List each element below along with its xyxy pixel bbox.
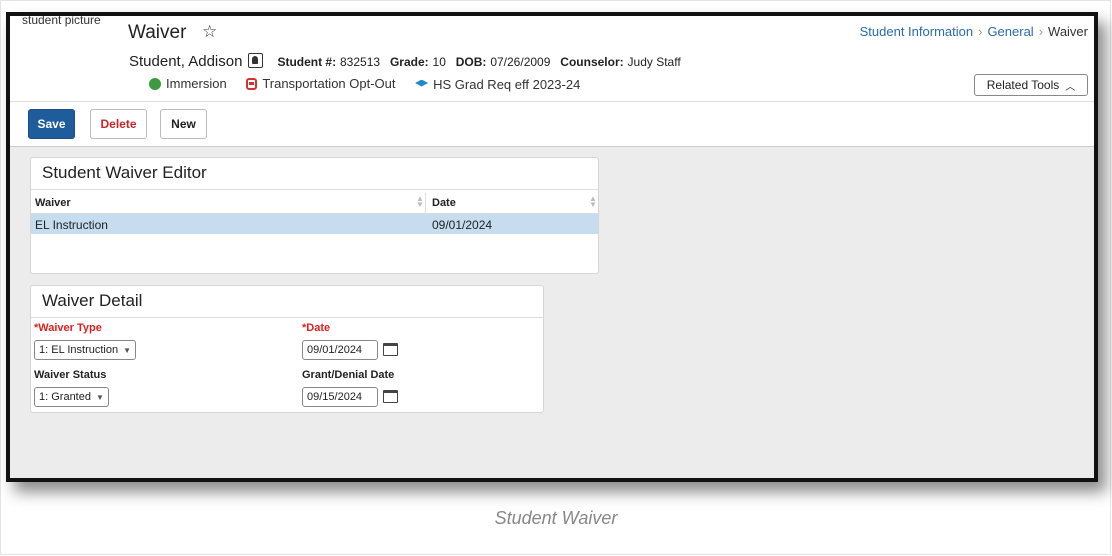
chevron-up-icon: ︿ bbox=[1065, 81, 1076, 93]
dob-label: DOB: bbox=[455, 55, 487, 69]
page-title: Waiver bbox=[128, 22, 187, 43]
editor-title: Student Waiver Editor bbox=[31, 158, 598, 190]
save-button[interactable]: Save bbox=[28, 109, 75, 139]
grade-label: Grade: bbox=[389, 55, 429, 69]
action-toolbar: Save Delete New bbox=[10, 101, 1094, 147]
page-header: student picture Waiver ☆ Student Informa… bbox=[10, 16, 1094, 101]
chevron-right-icon: › bbox=[1038, 24, 1044, 39]
student-picture: student picture bbox=[22, 13, 101, 27]
grade-value: 10 bbox=[432, 55, 446, 69]
cell-waiver: EL Instruction bbox=[35, 218, 108, 232]
new-button[interactable]: New bbox=[160, 109, 207, 139]
counselor-label: Counselor: bbox=[560, 55, 624, 69]
counselor-value: Judy Staff bbox=[627, 55, 681, 69]
waiver-type-select[interactable]: 1: EL Instruction ▼ bbox=[34, 340, 137, 360]
grant-denial-date-label: Grant/Denial Date bbox=[302, 369, 395, 381]
dropdown-arrow-icon: ▼ bbox=[123, 346, 132, 355]
breadcrumb-waiver: Waiver bbox=[1048, 24, 1088, 39]
sort-icon[interactable]: ▲ ▼ bbox=[416, 195, 424, 209]
grid-header: Waiver ▲ ▼ Date ▲ ▼ bbox=[31, 193, 598, 214]
related-tools-label: Related Tools bbox=[986, 78, 1060, 92]
table-row[interactable]: EL Instruction 09/01/2024 bbox=[31, 214, 598, 234]
grant-denial-date-input[interactable]: 09/15/2024 bbox=[302, 387, 378, 407]
sort-icon[interactable]: ▲ ▼ bbox=[589, 195, 597, 209]
detail-title: Waiver Detail bbox=[31, 286, 543, 318]
star-icon[interactable]: ☆ bbox=[202, 22, 217, 42]
student-info-line: Student, Addison Student #: 832513 Grade:… bbox=[129, 53, 687, 70]
image-caption: Student Waiver bbox=[494, 508, 618, 528]
breadcrumb-general[interactable]: General bbox=[987, 24, 1033, 39]
graduation-cap-icon bbox=[415, 79, 429, 87]
waiver-status-value: 1: Granted bbox=[39, 391, 91, 403]
chevron-right-icon: › bbox=[978, 24, 983, 39]
student-flags: Immersion Transportation Opt-Out HS Grad… bbox=[149, 76, 596, 93]
student-name: Student, Addison bbox=[129, 53, 243, 70]
flag-label: Immersion bbox=[166, 76, 227, 91]
waiver-status-select[interactable]: 1: Granted ▼ bbox=[34, 387, 109, 407]
related-tools-button[interactable]: Related Tools ︿ bbox=[974, 74, 1088, 96]
waiver-type-value: 1: EL Instruction bbox=[39, 344, 119, 356]
date-label: *Date bbox=[302, 322, 331, 334]
grant-denial-date-value: 09/15/2024 bbox=[307, 391, 363, 403]
date-input[interactable]: 09/01/2024 bbox=[302, 340, 378, 360]
delete-button[interactable]: Delete bbox=[90, 109, 147, 139]
breadcrumb-student-information[interactable]: Student Information bbox=[860, 24, 973, 39]
breadcrumb: Student Information › General › Waiver bbox=[860, 24, 1088, 39]
waiver-detail-panel: Waiver Detail *Waiver Type 1: EL Instruc… bbox=[30, 285, 544, 413]
student-waiver-editor: Student Waiver Editor Waiver ▲ ▼ Date ▲ ▼ … bbox=[30, 157, 599, 274]
contact-card-icon[interactable] bbox=[248, 53, 264, 68]
column-header-date[interactable]: Date bbox=[432, 197, 456, 209]
column-divider bbox=[425, 193, 426, 213]
column-header-waiver[interactable]: Waiver bbox=[35, 197, 71, 209]
flag-grad-req[interactable]: HS Grad Req eff 2023-24 bbox=[415, 77, 580, 92]
app-window: student picture Waiver ☆ Student Informa… bbox=[6, 12, 1098, 482]
flag-label: HS Grad Req eff 2023-24 bbox=[433, 77, 581, 92]
date-value: 09/01/2024 bbox=[307, 344, 363, 356]
waiver-type-label: *Waiver Type bbox=[34, 322, 102, 334]
student-number: 832513 bbox=[340, 55, 381, 69]
calendar-icon[interactable] bbox=[383, 343, 398, 356]
dropdown-arrow-icon: ▼ bbox=[95, 393, 104, 402]
dob-value: 07/26/2009 bbox=[490, 55, 551, 69]
bus-icon bbox=[246, 77, 258, 90]
cell-date: 09/01/2024 bbox=[432, 218, 493, 232]
waiver-status-label: Waiver Status bbox=[34, 369, 107, 381]
globe-icon bbox=[149, 77, 161, 90]
flag-label: Transportation Opt-Out bbox=[262, 76, 396, 91]
calendar-icon[interactable] bbox=[383, 390, 398, 403]
flag-transportation[interactable]: Transportation Opt-Out bbox=[246, 76, 396, 91]
student-number-label: Student #: bbox=[277, 55, 337, 69]
flag-immersion[interactable]: Immersion bbox=[149, 76, 227, 91]
